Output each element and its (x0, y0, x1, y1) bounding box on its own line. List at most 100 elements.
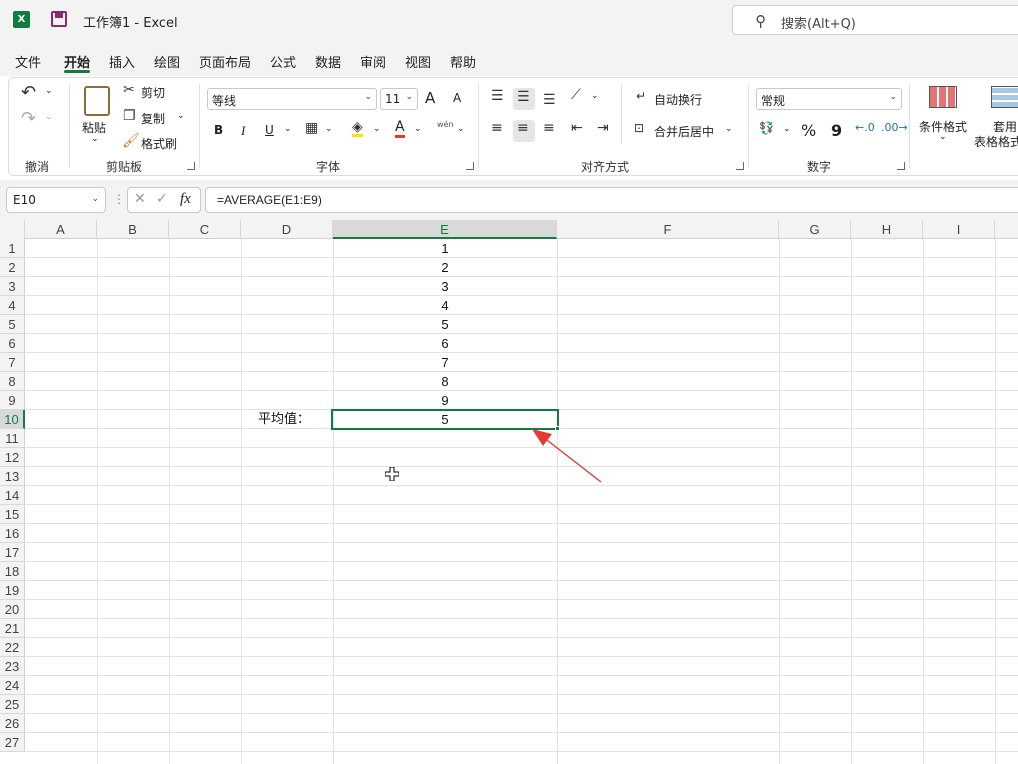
clipboard-launcher-icon[interactable] (187, 162, 195, 170)
tab-help[interactable]: 帮助 (450, 52, 476, 71)
row-header-2[interactable]: 2 (0, 258, 25, 277)
italic-button[interactable]: I (241, 123, 245, 139)
paste-icon[interactable] (84, 86, 110, 116)
row-header-17[interactable]: 17 (0, 543, 25, 562)
row-header-24[interactable]: 24 (0, 676, 25, 695)
formula-input[interactable]: =AVERAGE(E1:E9) (205, 187, 1018, 213)
cancel-icon[interactable]: ✕ (134, 191, 146, 207)
phonetic-dropdown-icon[interactable]: ⌄ (457, 124, 465, 134)
align-top-icon[interactable]: ☰ (491, 88, 504, 104)
accounting-dropdown-icon[interactable]: ⌄ (783, 124, 791, 134)
merge-center-icon[interactable]: ⊡ (634, 121, 644, 135)
row-header-8[interactable]: 8 (0, 372, 25, 391)
merge-center-button[interactable]: 合并后居中 (654, 123, 714, 140)
column-header-b[interactable]: B (97, 220, 169, 239)
row-header-13[interactable]: 13 (0, 467, 25, 486)
column-header-f[interactable]: F (557, 220, 779, 239)
alignment-launcher-icon[interactable] (736, 162, 744, 170)
decrease-indent-icon[interactable]: ⇤ (571, 120, 583, 136)
font-color-dropdown-icon[interactable]: ⌄ (414, 124, 422, 134)
align-bottom-icon[interactable]: ☰ (543, 92, 556, 108)
row-header-19[interactable]: 19 (0, 581, 25, 600)
copy-icon[interactable]: ❐ (123, 108, 136, 124)
grow-font-button[interactable]: A (425, 89, 435, 107)
tab-view[interactable]: 视图 (405, 52, 431, 71)
name-box[interactable]: E10 ⌄ (6, 187, 106, 213)
underline-dropdown-icon[interactable]: ⌄ (284, 124, 292, 134)
cell-e9[interactable]: 9 (333, 391, 557, 410)
font-launcher-icon[interactable] (466, 162, 474, 170)
border-dropdown-icon[interactable]: ⌄ (325, 124, 333, 134)
redo-dropdown-icon[interactable]: ⌄ (45, 112, 53, 122)
row-header-21[interactable]: 21 (0, 619, 25, 638)
worksheet-grid[interactable]: A B C D E F G H I 1 2 3 4 5 6 7 8 9 10 11 12 13 14 15 1… (0, 220, 1018, 764)
merge-dropdown-icon[interactable]: ⌄ (725, 124, 733, 134)
insert-function-button[interactable]: fx (180, 191, 191, 208)
row-header-26[interactable]: 26 (0, 714, 25, 733)
more-options-icon[interactable]: ⋮ (113, 192, 125, 206)
row-header-5[interactable]: 5 (0, 315, 25, 334)
shrink-font-button[interactable]: A (453, 91, 461, 105)
cell-e4[interactable]: 4 (333, 296, 557, 315)
row-header-14[interactable]: 14 (0, 486, 25, 505)
tab-data[interactable]: 数据 (315, 52, 341, 71)
row-header-7[interactable]: 7 (0, 353, 25, 372)
undo-dropdown-icon[interactable]: ⌄ (45, 86, 53, 96)
fill-color-dropdown-icon[interactable]: ⌄ (373, 124, 381, 134)
format-as-table-icon[interactable] (991, 86, 1018, 108)
copy-dropdown-icon[interactable]: ⌄ (177, 111, 185, 121)
save-icon[interactable] (51, 11, 67, 27)
underline-button[interactable]: U (265, 123, 274, 137)
cell-e1[interactable]: 1 (333, 239, 557, 258)
cell-e7[interactable]: 7 (333, 353, 557, 372)
wrap-text-button[interactable]: 自动换行 (654, 91, 702, 108)
tab-home[interactable]: 开始 (64, 52, 90, 71)
row-header-15[interactable]: 15 (0, 505, 25, 524)
column-header-c[interactable]: C (169, 220, 241, 239)
cell-e3[interactable]: 3 (333, 277, 557, 296)
fill-color-icon[interactable]: ◈ (352, 120, 363, 137)
row-header-11[interactable]: 11 (0, 429, 25, 448)
row-header-10[interactable]: 10 (0, 410, 25, 429)
column-header-e[interactable]: E (333, 220, 557, 239)
tab-formulas[interactable]: 公式 (270, 52, 296, 71)
align-left-icon[interactable]: ≡ (491, 120, 503, 136)
row-header-23[interactable]: 23 (0, 657, 25, 676)
number-format-select[interactable]: 常规 ⌄ (756, 88, 902, 110)
cell-d10[interactable]: 平均值： (258, 410, 310, 429)
column-header-h[interactable]: H (851, 220, 923, 239)
row-header-20[interactable]: 20 (0, 600, 25, 619)
row-header-1[interactable]: 1 (0, 239, 25, 258)
cut-icon[interactable]: ✂ (123, 82, 135, 98)
row-header-16[interactable]: 16 (0, 524, 25, 543)
cell-e6[interactable]: 6 (333, 334, 557, 353)
comma-style-button[interactable]: 9 (831, 121, 842, 140)
orientation-icon[interactable]: ⟋ (571, 87, 581, 103)
font-size-select[interactable]: 11 ⌄ (380, 88, 418, 110)
copy-button[interactable]: 复制 (141, 110, 165, 127)
tab-review[interactable]: 审阅 (360, 52, 386, 71)
row-header-9[interactable]: 9 (0, 391, 25, 410)
increase-decimal-icon[interactable]: ←.0 (855, 121, 875, 134)
tab-page-layout[interactable]: 页面布局 (199, 52, 251, 71)
row-header-18[interactable]: 18 (0, 562, 25, 581)
paste-dropdown-icon[interactable]: ⌄ (91, 134, 99, 144)
column-header-d[interactable]: D (241, 220, 333, 239)
increase-indent-icon[interactable]: ⇥ (597, 120, 609, 136)
format-painter-icon[interactable]: 🖌 (122, 133, 140, 149)
redo-icon[interactable]: ↷ (21, 108, 36, 129)
column-header-a[interactable]: A (25, 220, 97, 239)
cut-button[interactable]: 剪切 (141, 84, 165, 101)
format-as-table-label-2[interactable]: 表格格式 (974, 133, 1018, 150)
row-header-4[interactable]: 4 (0, 296, 25, 315)
select-all-corner[interactable] (0, 220, 25, 239)
tab-insert[interactable]: 插入 (109, 52, 135, 71)
border-icon[interactable]: ▦ (305, 120, 318, 136)
search-box[interactable]: ⚲ 搜索(Alt+Q) (732, 5, 1018, 35)
bold-button[interactable]: B (214, 123, 223, 137)
column-header-i[interactable]: I (923, 220, 995, 239)
confirm-icon[interactable]: ✓ (156, 191, 168, 207)
align-right-icon[interactable]: ≡ (543, 120, 555, 136)
wrap-text-icon[interactable]: ↵ (636, 89, 646, 103)
format-painter-button[interactable]: 格式刷 (141, 135, 177, 152)
